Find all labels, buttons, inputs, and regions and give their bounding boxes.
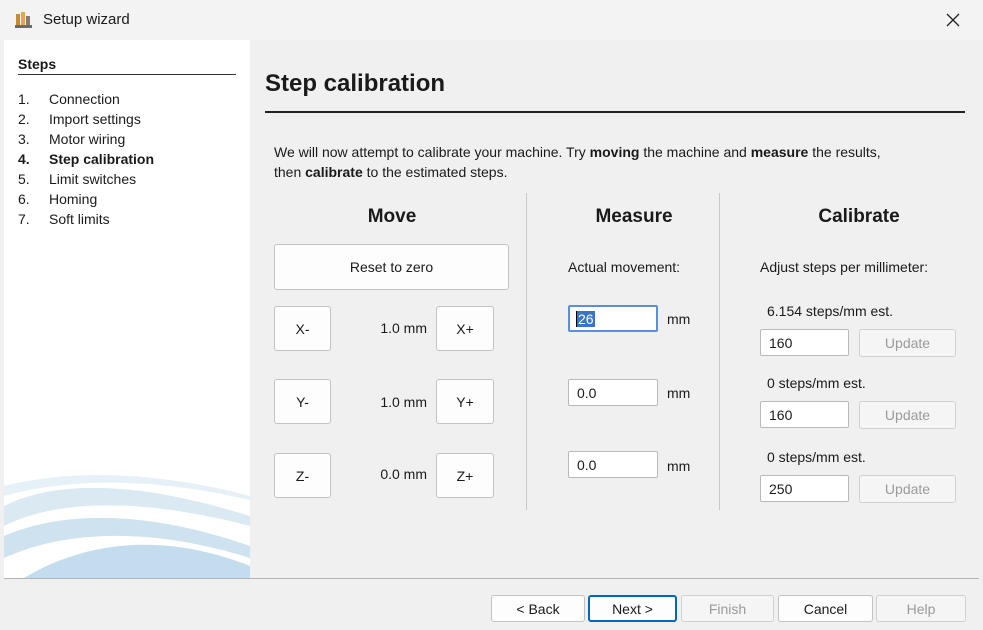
y-minus-button[interactable]: Y- xyxy=(274,379,331,424)
app-icon xyxy=(15,12,32,28)
step-item-homing: 6. Homing xyxy=(18,191,98,207)
y-measure-input[interactable]: 0.0 xyxy=(568,379,658,406)
z-measure-unit: mm xyxy=(667,458,691,474)
z-steps-input[interactable]: 250 xyxy=(760,475,849,502)
step-item-connection: 1. Connection xyxy=(18,91,120,107)
steps-heading: Steps xyxy=(18,56,57,72)
actual-movement-label: Actual movement: xyxy=(568,259,681,275)
steps-sidebar: Steps 1. Connection 2. Import settings 3. M… xyxy=(4,40,250,578)
step-item-soft-limits: 7. Soft limits xyxy=(18,211,110,227)
decorative-swoosh xyxy=(4,475,250,578)
close-icon xyxy=(946,13,960,27)
x-minus-button[interactable]: X- xyxy=(274,306,331,351)
close-button[interactable] xyxy=(923,0,983,40)
x-plus-button[interactable]: X+ xyxy=(436,306,494,351)
column-divider xyxy=(719,193,720,510)
y-plus-button[interactable]: Y+ xyxy=(436,379,494,424)
measure-heading: Measure xyxy=(595,206,673,227)
x-steps-estimate: 6.154 steps/mm est. xyxy=(767,303,894,319)
wizard-page: Step calibration We will now attempt to … xyxy=(250,40,983,578)
move-heading: Move xyxy=(367,206,417,227)
y-measure-unit: mm xyxy=(667,385,691,401)
intro-text: We will now attempt to calibrate your ma… xyxy=(274,144,881,180)
window-title: Setup wizard xyxy=(43,11,130,28)
reset-to-zero-button[interactable]: Reset to zero xyxy=(274,244,509,290)
y-steps-input[interactable]: 160 xyxy=(760,401,849,428)
step-item-motor-wiring: 3. Motor wiring xyxy=(18,131,126,147)
z-update-button[interactable]: Update xyxy=(859,475,956,503)
page-title-divider xyxy=(265,111,965,113)
calibrate-heading: Calibrate xyxy=(818,206,900,227)
step-item-import-settings: 2. Import settings xyxy=(18,111,141,127)
z-minus-button[interactable]: Z- xyxy=(274,453,331,498)
steps-list: 1. Connection 2. Import settings 3. Motor w… xyxy=(18,90,154,230)
finish-button[interactable]: Finish xyxy=(681,595,774,622)
steps-heading-divider xyxy=(18,74,236,75)
z-distance: 0.0 mm xyxy=(380,466,427,482)
wizard-footer: < Back Next > Finish Cancel Help xyxy=(0,579,983,630)
x-measure-unit: mm xyxy=(667,311,691,327)
y-update-button[interactable]: Update xyxy=(859,401,956,429)
title-bar: Setup wizard xyxy=(0,0,983,40)
z-plus-button[interactable]: Z+ xyxy=(436,453,494,498)
back-button[interactable]: < Back xyxy=(491,595,585,622)
page-title: Step calibration xyxy=(265,70,446,97)
cancel-button[interactable]: Cancel xyxy=(778,595,873,622)
column-divider xyxy=(526,193,527,510)
z-steps-estimate: 0 steps/mm est. xyxy=(767,449,866,465)
next-button[interactable]: Next > xyxy=(588,595,677,622)
x-distance: 1.0 mm xyxy=(380,320,427,336)
z-measure-input[interactable]: 0.0 xyxy=(568,451,658,478)
step-item-limit-switches: 5. Limit switches xyxy=(18,171,137,187)
step-item-step-calibration: 4. Step calibration xyxy=(18,151,155,167)
x-update-button[interactable]: Update xyxy=(859,329,956,357)
x-steps-input[interactable]: 160 xyxy=(760,329,849,356)
y-steps-estimate: 0 steps/mm est. xyxy=(767,375,866,391)
help-button[interactable]: Help xyxy=(876,595,966,622)
y-distance: 1.0 mm xyxy=(380,394,427,410)
x-measure-input[interactable]: 26 xyxy=(568,305,658,332)
adjust-steps-label: Adjust steps per millimeter: xyxy=(760,259,929,275)
